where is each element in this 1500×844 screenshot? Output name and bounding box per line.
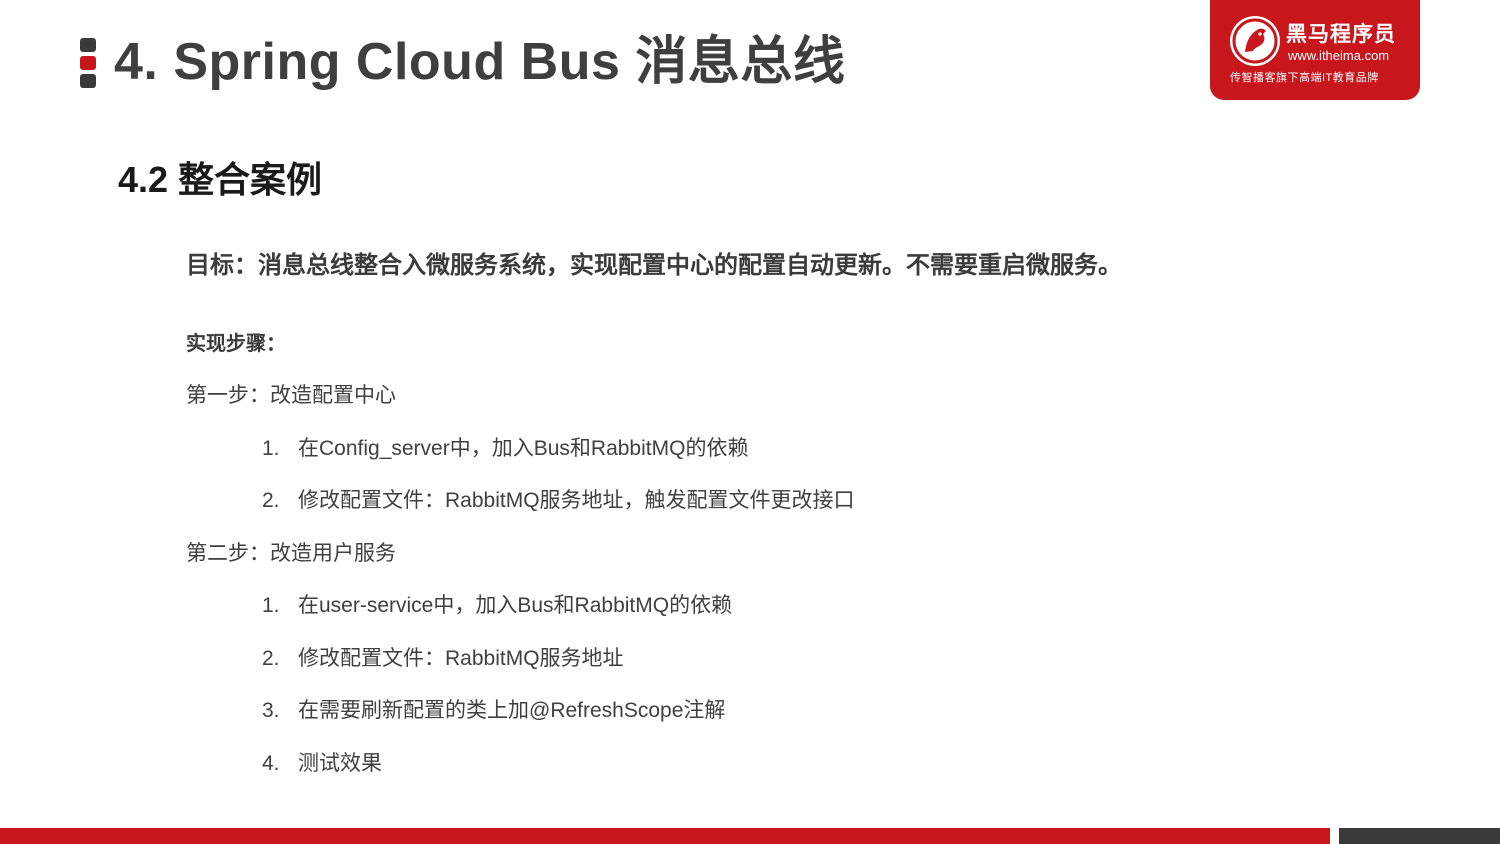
list-item: 2. 修改配置文件：RabbitMQ服务地址，触发配置文件更改接口 <box>262 486 855 516</box>
brand-logo: 黑马程序员 www.itheima.com 传智播客旗下高端IT教育品牌 <box>1210 0 1420 100</box>
list-item-number: 1. <box>262 437 280 460</box>
marker-square-middle <box>80 56 96 70</box>
horse-logo-icon <box>1230 16 1280 66</box>
list-item: 2. 修改配置文件：RabbitMQ服务地址 <box>262 644 624 674</box>
section-heading: 4.2 整合案例 <box>118 159 323 200</box>
step-title: 第一步：改造配置中心 <box>186 384 396 407</box>
logo-slogan: 传智播客旗下高端IT教育品牌 <box>1230 72 1379 84</box>
title-marker-icon <box>80 38 96 88</box>
page-title: 4. Spring Cloud Bus 消息总线 <box>114 33 846 91</box>
list-item-number: 1. <box>262 594 280 617</box>
list-item: 1. 在user-service中，加入Bus和RabbitMQ的依赖 <box>262 591 732 621</box>
logo-url: www.itheima.com <box>1288 48 1390 63</box>
list-item: 1. 在Config_server中，加入Bus和RabbitMQ的依赖 <box>262 434 748 464</box>
footer-bar-dark <box>1339 828 1500 844</box>
list-item: 3. 在需要刷新配置的类上加@RefreshScope注解 <box>262 696 725 726</box>
list-item-text: 修改配置文件：RabbitMQ服务地址，触发配置文件更改接口 <box>298 489 855 512</box>
steps-label: 实现步骤： <box>186 333 286 355</box>
list-item-text: 在user-service中，加入Bus和RabbitMQ的依赖 <box>298 594 733 617</box>
list-item-text: 在需要刷新配置的类上加@RefreshScope注解 <box>298 699 726 722</box>
footer-bar-red <box>0 828 1330 844</box>
list-item: 4. 测试效果 <box>262 749 382 779</box>
list-item-number: 2. <box>262 647 280 670</box>
list-item-text: 修改配置文件：RabbitMQ服务地址 <box>298 647 624 670</box>
step-title: 第二步：改造用户服务 <box>186 542 396 565</box>
list-item-number: 4. <box>262 752 280 775</box>
list-item-number: 2. <box>262 489 280 512</box>
list-item-text: 在Config_server中，加入Bus和RabbitMQ的依赖 <box>298 437 749 460</box>
marker-square-top <box>80 38 96 52</box>
goal-statement: 目标：消息总线整合入微服务系统，实现配置中心的配置自动更新。不需要重启微服务。 <box>186 252 1122 279</box>
logo-brand-name: 黑马程序员 <box>1286 23 1396 46</box>
marker-square-bottom <box>80 74 96 88</box>
list-item-text: 测试效果 <box>298 752 382 775</box>
list-item-number: 3. <box>262 699 280 722</box>
